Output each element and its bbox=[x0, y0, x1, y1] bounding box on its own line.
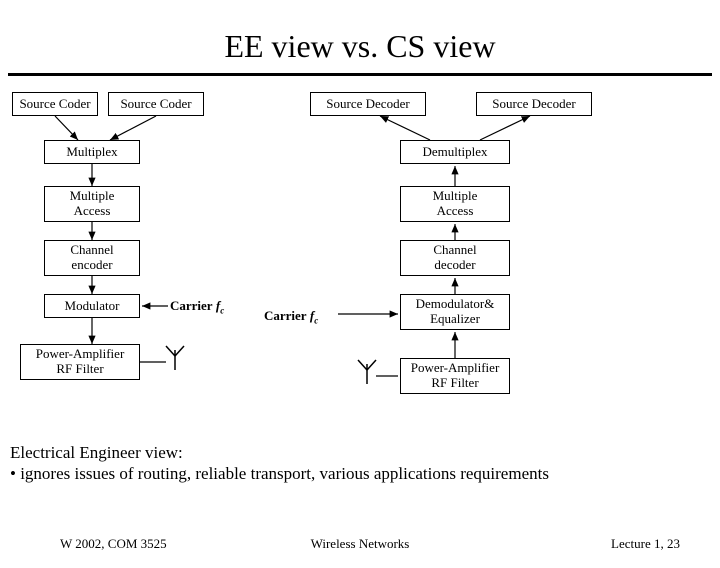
slide-footer: W 2002, COM 3525 Wireless Networks Lectu… bbox=[0, 536, 720, 556]
box-multiple-access-rx: Multiple Access bbox=[400, 186, 510, 222]
block-diagram: Source Coder Source Coder Multiplex Mult… bbox=[0, 76, 720, 436]
box-channel-decoder: Channel decoder bbox=[400, 240, 510, 276]
carrier-label-tx: Carrier fc bbox=[170, 298, 224, 316]
box-source-decoder-2: Source Decoder bbox=[476, 92, 592, 116]
box-modulator: Modulator bbox=[44, 294, 140, 318]
box-pa-rf-tx: Power-Amplifier RF Filter bbox=[20, 344, 140, 380]
caption-text: Electrical Engineer view: • ignores issu… bbox=[10, 442, 710, 485]
box-pa-rf-rx: Power-Amplifier RF Filter bbox=[400, 358, 510, 394]
slide-title: EE view vs. CS view bbox=[0, 28, 720, 65]
box-source-decoder-1: Source Decoder bbox=[310, 92, 426, 116]
box-demultiplex: Demultiplex bbox=[400, 140, 510, 164]
box-source-coder-2: Source Coder bbox=[108, 92, 204, 116]
box-demod-equalizer: Demodulator& Equalizer bbox=[400, 294, 510, 330]
box-multiplex: Multiplex bbox=[44, 140, 140, 164]
box-source-coder-1: Source Coder bbox=[12, 92, 98, 116]
caption-line-1: Electrical Engineer view: bbox=[10, 442, 710, 463]
caption-line-2: • ignores issues of routing, reliable tr… bbox=[10, 463, 710, 484]
box-channel-encoder: Channel encoder bbox=[44, 240, 140, 276]
footer-right: Lecture 1, 23 bbox=[611, 536, 680, 552]
box-multiple-access-tx: Multiple Access bbox=[44, 186, 140, 222]
carrier-label-rx: Carrier fc bbox=[264, 308, 318, 326]
